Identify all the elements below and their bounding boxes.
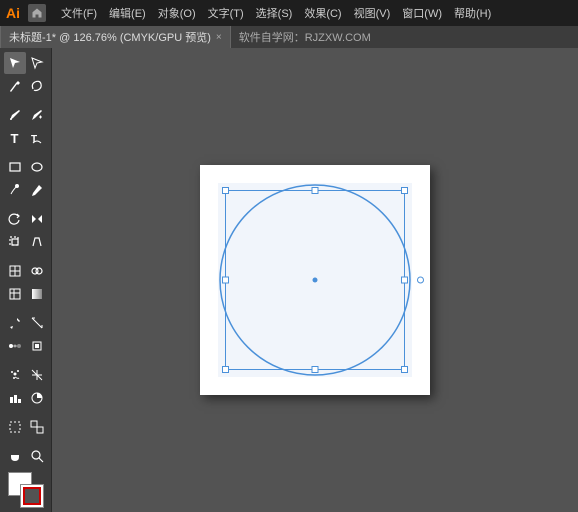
menu-item-t[interactable]: 文字(T) (203, 3, 249, 23)
rect-tool[interactable] (4, 156, 26, 178)
rotate-tool[interactable] (4, 208, 26, 230)
slice-tool[interactable] (26, 364, 48, 386)
tab-inactive-label: 软件自学网：RJZXW.COM (239, 29, 371, 45)
measure-tool[interactable] (26, 312, 48, 334)
magic-wand-tool[interactable] (4, 75, 26, 97)
menu-item-h[interactable]: 帮助(H) (449, 3, 496, 23)
pencil-tool[interactable] (26, 179, 48, 201)
tool-row-6 (0, 179, 51, 201)
circle-shape[interactable] (218, 183, 412, 377)
menu-item-v[interactable]: 视图(V) (349, 3, 396, 23)
gradient-tool[interactable] (26, 283, 48, 305)
tool-row-4: T T (0, 127, 51, 149)
tool-row-3 (0, 104, 51, 126)
tab-active-label: 未标题-1* @ 126.76% (CMYK/GPU 预览) (9, 29, 211, 45)
tool-row-2 (0, 75, 51, 97)
artboard-tool[interactable] (4, 416, 26, 438)
tab-bar: 未标题-1* @ 126.76% (CMYK/GPU 预览) × 软件自学网：R… (0, 26, 578, 48)
stroke-box[interactable] (20, 484, 44, 508)
symbol-sprayer-tool[interactable] (4, 364, 26, 386)
menu-item-f[interactable]: 文件(F) (56, 3, 102, 23)
top-bar: Ai 文件(F)编辑(E)对象(O)文字(T)选择(S)效果(C)视图(V)窗口… (0, 0, 578, 26)
svg-text:T: T (31, 134, 37, 145)
left-toolbar: T T (0, 48, 52, 512)
zoom-tool[interactable] (26, 445, 48, 467)
shear-tool[interactable] (26, 231, 48, 253)
home-icon[interactable] (28, 4, 46, 22)
tool-row-10 (0, 283, 51, 305)
scale-tool[interactable] (4, 231, 26, 253)
lasso-tool[interactable] (26, 75, 48, 97)
shape-builder-tool[interactable] (26, 260, 48, 282)
menu-item-o[interactable]: 对象(O) (153, 3, 201, 23)
menu-item-e[interactable]: 编辑(E) (104, 3, 151, 23)
main-area: T T (0, 48, 578, 512)
selection-tool[interactable] (4, 52, 26, 74)
eyedropper-tool[interactable] (4, 312, 26, 334)
tool-row-1 (0, 52, 51, 74)
ellipse-tool[interactable] (26, 156, 48, 178)
tool-row-8 (0, 231, 51, 253)
tab-inactive[interactable]: 软件自学网：RJZXW.COM (231, 26, 379, 48)
tool-row-15 (0, 416, 51, 438)
column-graph-tool[interactable] (4, 387, 26, 409)
blend-tool[interactable] (4, 335, 26, 357)
ai-logo: Ai (6, 5, 20, 21)
handle-radius[interactable] (417, 277, 424, 284)
tool-row-14 (0, 387, 51, 409)
free-distort-tool[interactable] (4, 260, 26, 282)
menu-bar: 文件(F)编辑(E)对象(O)文字(T)选择(S)效果(C)视图(V)窗口(W)… (56, 3, 496, 23)
pie-graph-tool[interactable] (26, 387, 48, 409)
menu-item-w[interactable]: 窗口(W) (397, 3, 447, 23)
menu-item-c[interactable]: 效果(C) (299, 3, 346, 23)
canvas-area[interactable] (52, 48, 578, 512)
live-paint-tool[interactable] (26, 335, 48, 357)
reflect-tool[interactable] (26, 208, 48, 230)
tool-row-12 (0, 335, 51, 357)
tool-row-13 (0, 364, 51, 386)
tool-row-11 (0, 312, 51, 334)
hand-tool[interactable] (4, 445, 26, 467)
type-tool[interactable]: T (4, 127, 26, 149)
tab-active[interactable]: 未标题-1* @ 126.76% (CMYK/GPU 预览) × (0, 26, 231, 48)
tool-row-7 (0, 208, 51, 230)
tab-close-button[interactable]: × (216, 32, 222, 43)
tool-row-16 (0, 445, 51, 467)
artboard[interactable] (200, 165, 430, 395)
color-area (0, 468, 52, 512)
tool-row-9 (0, 260, 51, 282)
paintbrush-tool[interactable] (4, 179, 26, 201)
stroke-box-inner (23, 487, 41, 505)
print-tiling-tool[interactable] (26, 416, 48, 438)
color-boxes (8, 472, 44, 508)
pen-tool[interactable] (4, 104, 26, 126)
menu-item-s[interactable]: 选择(S) (251, 3, 298, 23)
pen-add-tool[interactable] (26, 104, 48, 126)
tool-row-5 (0, 156, 51, 178)
mesh-tool[interactable] (4, 283, 26, 305)
type-path-tool[interactable]: T (26, 127, 48, 149)
direct-selection-tool[interactable] (26, 52, 48, 74)
